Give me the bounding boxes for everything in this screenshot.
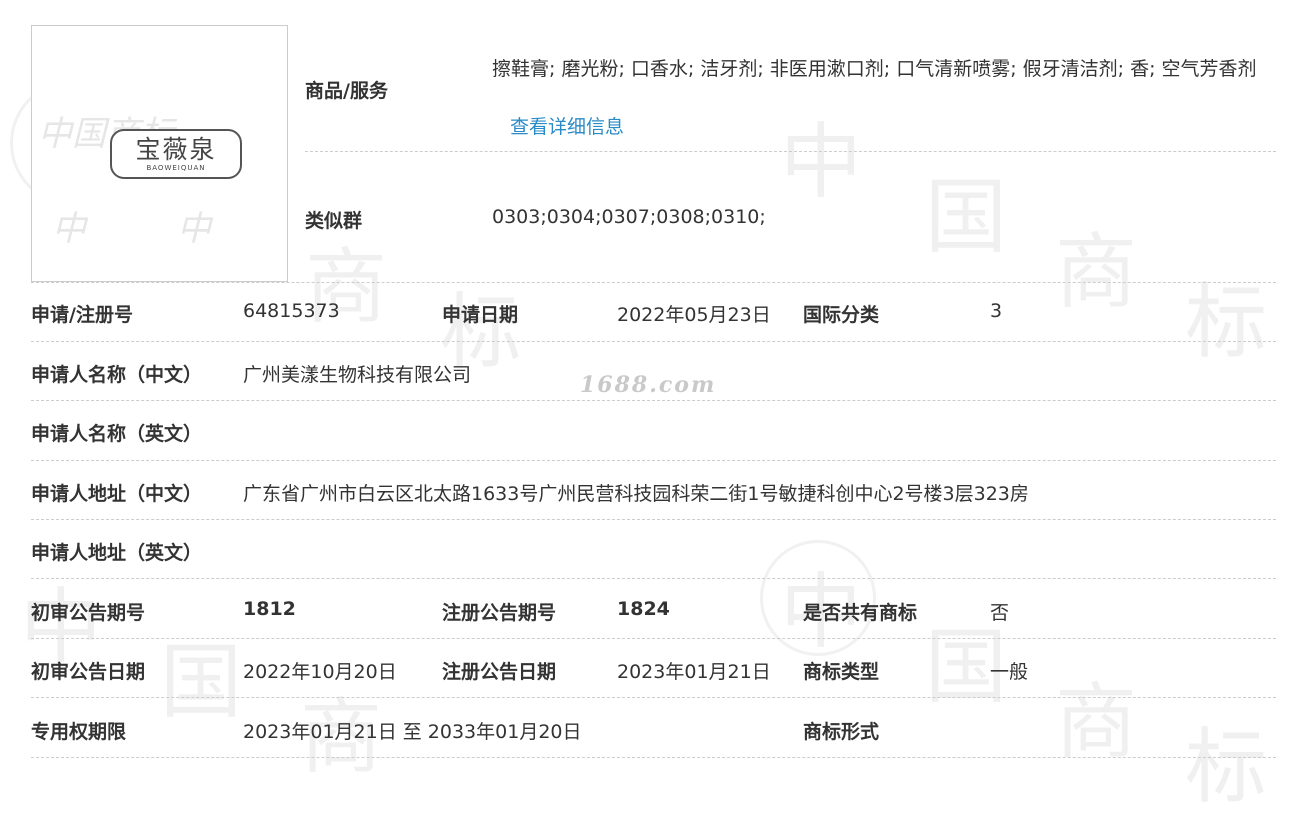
trademark-logo-image: 中国商标 中 中 宝薇泉 BAOWEIQUAN [31, 25, 288, 282]
view-details-link[interactable]: 查看详细信息 [510, 116, 624, 138]
divider [31, 757, 1276, 758]
intl-class-label: 国际分类 [803, 304, 880, 326]
reg-issue-label: 注册公告期号 [442, 602, 557, 624]
shared-mark-label: 是否共有商标 [803, 602, 918, 624]
trademark-logo: 宝薇泉 BAOWEIQUAN [110, 129, 242, 179]
divider [31, 519, 1276, 520]
goods-services-value: 擦鞋膏; 磨光粉; 口香水; 洁牙剂; 非医用漱口剂; 口气清新喷雾; 假牙清洁… [492, 40, 1282, 156]
watermark-glyph: 国 [925, 170, 1008, 265]
apply-date-value: 2022年05月23日 [617, 304, 771, 326]
divider [31, 341, 1276, 342]
divider [31, 460, 1276, 461]
watermark-glyph: 标 [1185, 720, 1268, 815]
apply-date-label: 申请日期 [442, 304, 519, 326]
prelim-issue-value: 1812 [243, 598, 296, 620]
similar-group-value: 0303;0304;0307;0308;0310; [492, 206, 766, 228]
prelim-date-value: 2022年10月20日 [243, 661, 397, 683]
logo-name-cn: 宝薇泉 [135, 134, 217, 164]
applicant-address-cn-value: 广东省广州市白云区北太路1633号广州民营科技园科荣二街1号敏捷科创中心2号楼3… [243, 483, 1029, 505]
goods-services-text: 擦鞋膏; 磨光粉; 口香水; 洁牙剂; 非医用漱口剂; 口气清新喷雾; 假牙清洁… [492, 58, 1257, 80]
goods-services-label: 商品/服务 [305, 80, 388, 102]
mark-type-value: 一般 [990, 661, 1029, 683]
reg-no-value: 64815373 [243, 300, 340, 322]
logo-name-en: BAOWEIQUAN [146, 163, 206, 172]
applicant-name-en-label: 申请人名称（英文） [31, 423, 203, 445]
similar-group-label: 类似群 [305, 210, 363, 232]
exclusive-period-label: 专用权期限 [31, 721, 127, 743]
applicant-address-cn-label: 申请人地址（中文） [31, 483, 203, 505]
exclusive-period-value: 2023年01月21日 至 2033年01月20日 [243, 721, 582, 743]
prelim-date-label: 初审公告日期 [31, 661, 146, 683]
applicant-address-en-label: 申请人地址（英文） [31, 542, 203, 564]
divider [31, 697, 1276, 698]
watermark-glyph: 标 [1185, 275, 1268, 370]
watermark-glyph: 国 [160, 635, 243, 730]
intl-class-value: 3 [990, 300, 1003, 322]
mark-form-label: 商标形式 [803, 721, 880, 743]
divider [31, 578, 1276, 579]
reg-no-label: 申请/注册号 [31, 304, 133, 326]
reg-issue-value: 1824 [617, 598, 670, 620]
reg-date-value: 2023年01月21日 [617, 661, 771, 683]
divider [31, 400, 1276, 401]
divider [31, 638, 1276, 639]
applicant-name-cn-value: 广州美漾生物科技有限公司 [243, 364, 472, 386]
shared-mark-value: 否 [990, 602, 1010, 624]
divider [31, 282, 1276, 283]
site-watermark: 1688.com [580, 372, 717, 398]
reg-date-label: 注册公告日期 [442, 661, 557, 683]
watermark-glyph: 商 [1055, 225, 1138, 320]
applicant-name-cn-label: 申请人名称（中文） [31, 364, 203, 386]
prelim-issue-label: 初审公告期号 [31, 602, 146, 624]
mark-type-label: 商标类型 [803, 661, 880, 683]
